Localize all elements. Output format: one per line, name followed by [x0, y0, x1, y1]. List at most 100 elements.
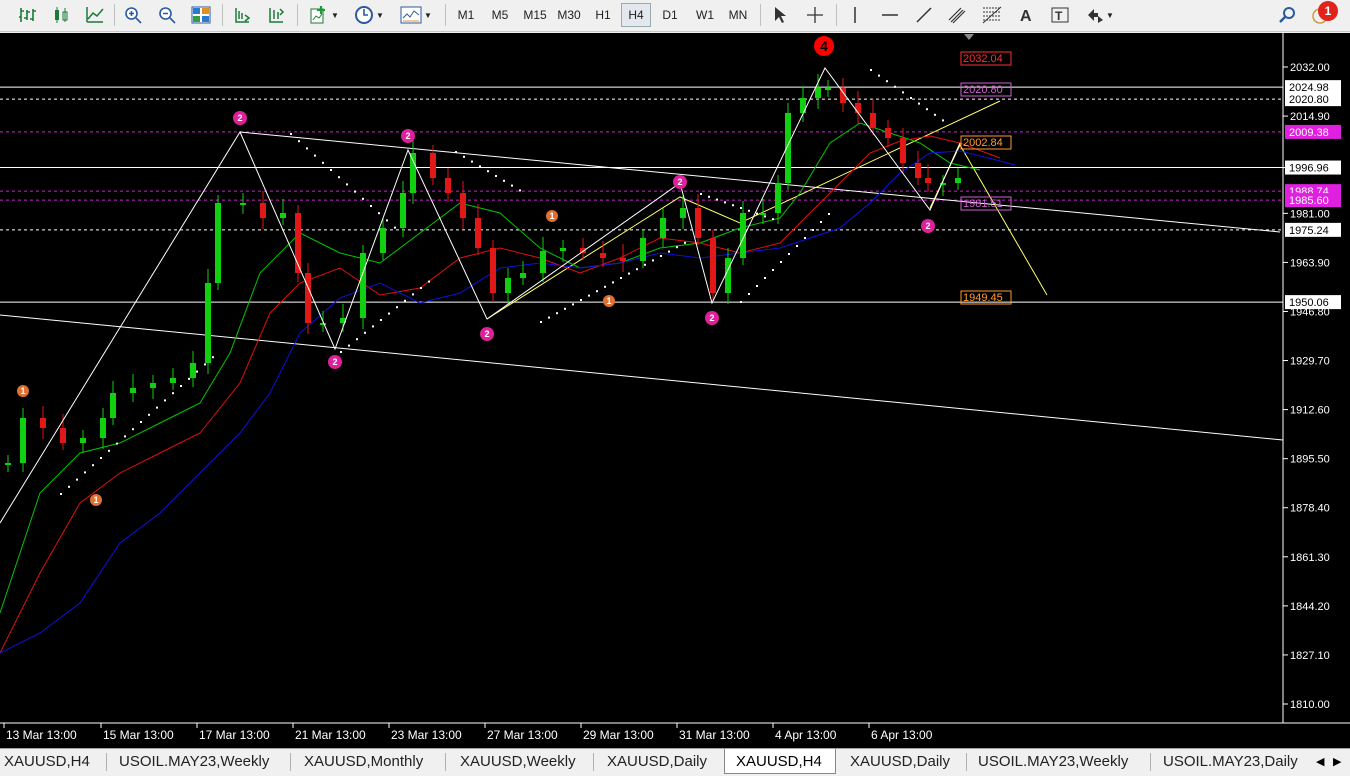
- sar-dot: [306, 147, 308, 150]
- tab-xauusd-weekly[interactable]: XAUUSD,Weekly: [460, 749, 576, 775]
- sar-dot: [540, 321, 542, 323]
- sar-dot: [511, 184, 513, 187]
- price-axis-label: 1963.90: [1290, 257, 1330, 269]
- trendline-icon[interactable]: [912, 3, 936, 27]
- tab-usoil-weekly[interactable]: USOIL.MAY23,Weekly: [119, 749, 269, 775]
- wave-marker-label: 2: [237, 113, 242, 123]
- wave-marker-label: 2: [925, 221, 930, 231]
- sar-dot: [204, 363, 206, 366]
- cursor-icon[interactable]: [768, 3, 792, 27]
- autoscroll-icon[interactable]: [264, 3, 288, 27]
- tab-usoil-weekly-2[interactable]: USOIL.MAY23,Weekly: [978, 749, 1128, 775]
- sar-dot: [487, 170, 489, 173]
- time-axis-label: 21 Mar 13:00: [295, 728, 366, 742]
- line-chart-icon[interactable]: [83, 3, 107, 27]
- vertical-line-icon[interactable]: [843, 3, 867, 27]
- wave-marker-label: 2: [332, 357, 337, 367]
- templates-icon[interactable]: ▼: [397, 3, 435, 27]
- sar-dot: [92, 464, 94, 467]
- arrows-icon[interactable]: ▼: [1082, 3, 1118, 27]
- wave-marker-label: 2: [405, 131, 410, 141]
- sar-dot: [172, 392, 174, 395]
- sar-dot: [902, 91, 904, 94]
- sar-dot: [132, 428, 134, 431]
- sar-dot: [314, 154, 316, 157]
- horizontal-line-icon[interactable]: [878, 3, 902, 27]
- price-tag-label: 1975.24: [1289, 225, 1329, 237]
- candle-body: [900, 138, 906, 163]
- tab-xauusd-h4[interactable]: XAUUSD,H4: [4, 749, 90, 775]
- price-chart[interactable]: 1 1 2 2 2 2 1 1 2 2 4 2 2032.04 2020.80 2002.84 1981.5…: [0, 33, 1350, 748]
- price-axis-label: 2032.00: [1290, 62, 1330, 74]
- wave-marker-label: 1: [20, 386, 25, 396]
- candle-body: [260, 203, 266, 218]
- bar-chart-icon[interactable]: [15, 3, 39, 27]
- wave-marker-label: 2: [677, 177, 682, 187]
- timeframe-h4[interactable]: H4: [621, 3, 651, 27]
- candle-body: [100, 418, 106, 438]
- sar-dot: [370, 205, 372, 207]
- candle-body: [410, 153, 416, 193]
- sar-dot: [764, 277, 766, 279]
- sar-dot: [380, 319, 382, 321]
- crosshair-icon[interactable]: [803, 3, 827, 27]
- timeframe-m15[interactable]: M15: [518, 3, 552, 27]
- sar-dot: [870, 69, 872, 71]
- candle-body: [725, 258, 731, 293]
- candle-body: [560, 248, 566, 251]
- sar-dot: [196, 370, 198, 373]
- timeframe-m1[interactable]: M1: [452, 3, 480, 27]
- indicators-icon[interactable]: ▼: [305, 3, 343, 27]
- candle-body: [215, 203, 221, 283]
- tab-xauusd-h4-active[interactable]: XAUUSD,H4: [724, 749, 836, 774]
- time-axis-label: 15 Mar 13:00: [103, 728, 174, 742]
- tab-scroll-left-icon[interactable]: ◀: [1316, 755, 1324, 768]
- candlestick-icon[interactable]: [49, 3, 73, 27]
- sar-dot: [700, 193, 702, 195]
- text-label-icon[interactable]: T: [1048, 3, 1072, 27]
- chart-canvas[interactable]: 1 1 2 2 2 2 1 1 2 2 4 2 2032.04 2020.80 2002.84 1981.5…: [0, 33, 1350, 748]
- price-axis-label: 1861.30: [1290, 552, 1330, 564]
- sar-dot: [412, 293, 414, 296]
- inline-price-label: 1949.45: [963, 292, 1003, 304]
- sar-dot: [556, 312, 558, 315]
- zoom-out-icon[interactable]: [155, 3, 179, 27]
- candle-body: [445, 178, 451, 193]
- fibonacci-icon[interactable]: [979, 3, 1005, 27]
- candle-body: [740, 213, 746, 258]
- timeframe-m5[interactable]: M5: [486, 3, 514, 27]
- sar-dot: [780, 261, 782, 263]
- zoom-in-icon[interactable]: [121, 3, 145, 27]
- candle-body: [620, 258, 626, 261]
- notification-badge[interactable]: 1: [1318, 1, 1338, 21]
- timeframe-m30[interactable]: M30: [552, 3, 586, 27]
- chart-shift-icon[interactable]: [230, 3, 254, 27]
- tab-xauusd-daily-2[interactable]: XAUUSD,Daily: [850, 749, 950, 775]
- candle-body: [170, 378, 176, 383]
- sar-dot: [604, 285, 606, 288]
- tab-xauusd-monthly[interactable]: XAUUSD,Monthly: [304, 749, 423, 775]
- periodicity-clock-icon[interactable]: ▼: [350, 3, 388, 27]
- timeframe-w1[interactable]: W1: [690, 3, 720, 27]
- sar-dot: [463, 155, 465, 158]
- equidistant-channel-icon[interactable]: [945, 3, 971, 27]
- sar-dot: [156, 406, 158, 409]
- timeframe-mn[interactable]: MN: [723, 3, 753, 27]
- tile-windows-icon[interactable]: [189, 3, 213, 27]
- timeframe-d1[interactable]: D1: [656, 3, 684, 27]
- sar-dot: [716, 198, 718, 201]
- search-icon[interactable]: [1276, 3, 1300, 27]
- candle-body: [20, 418, 26, 463]
- inline-price-label: 2002.84: [963, 137, 1003, 149]
- candle-body: [320, 323, 326, 325]
- candle-body: [400, 193, 406, 228]
- tab-xauusd-daily[interactable]: XAUUSD,Daily: [607, 749, 707, 775]
- sar-dot: [668, 250, 670, 253]
- text-icon[interactable]: A: [1014, 3, 1038, 27]
- timeframe-h1[interactable]: H1: [589, 3, 617, 27]
- candle-body: [825, 88, 831, 90]
- sar-dot: [84, 471, 86, 474]
- tab-scroll-right-icon[interactable]: ▶: [1333, 755, 1341, 768]
- sar-dot: [756, 285, 758, 287]
- tab-usoil-daily[interactable]: USOIL.MAY23,Daily: [1163, 749, 1311, 775]
